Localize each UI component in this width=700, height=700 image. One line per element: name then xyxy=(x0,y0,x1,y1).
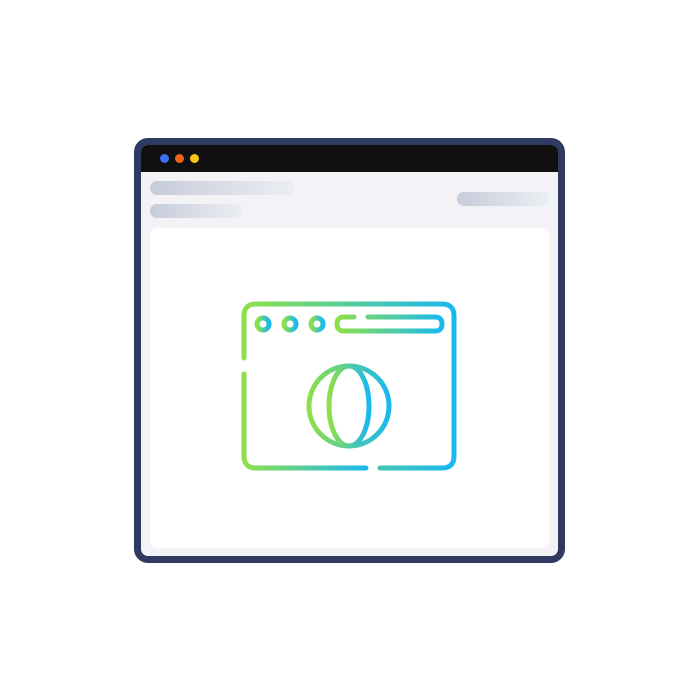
stage xyxy=(0,0,700,700)
browser-globe-icon xyxy=(240,300,458,472)
title-bar xyxy=(141,145,558,172)
header-placeholder-right xyxy=(457,192,549,206)
blue-dot-icon[interactable] xyxy=(160,154,169,163)
browser-globe-icon-svg xyxy=(241,301,457,471)
header-placeholder-line-1 xyxy=(150,181,294,195)
orange-dot-icon[interactable] xyxy=(175,154,184,163)
yellow-dot-icon[interactable] xyxy=(190,154,199,163)
header-placeholder-line-2 xyxy=(150,204,242,218)
